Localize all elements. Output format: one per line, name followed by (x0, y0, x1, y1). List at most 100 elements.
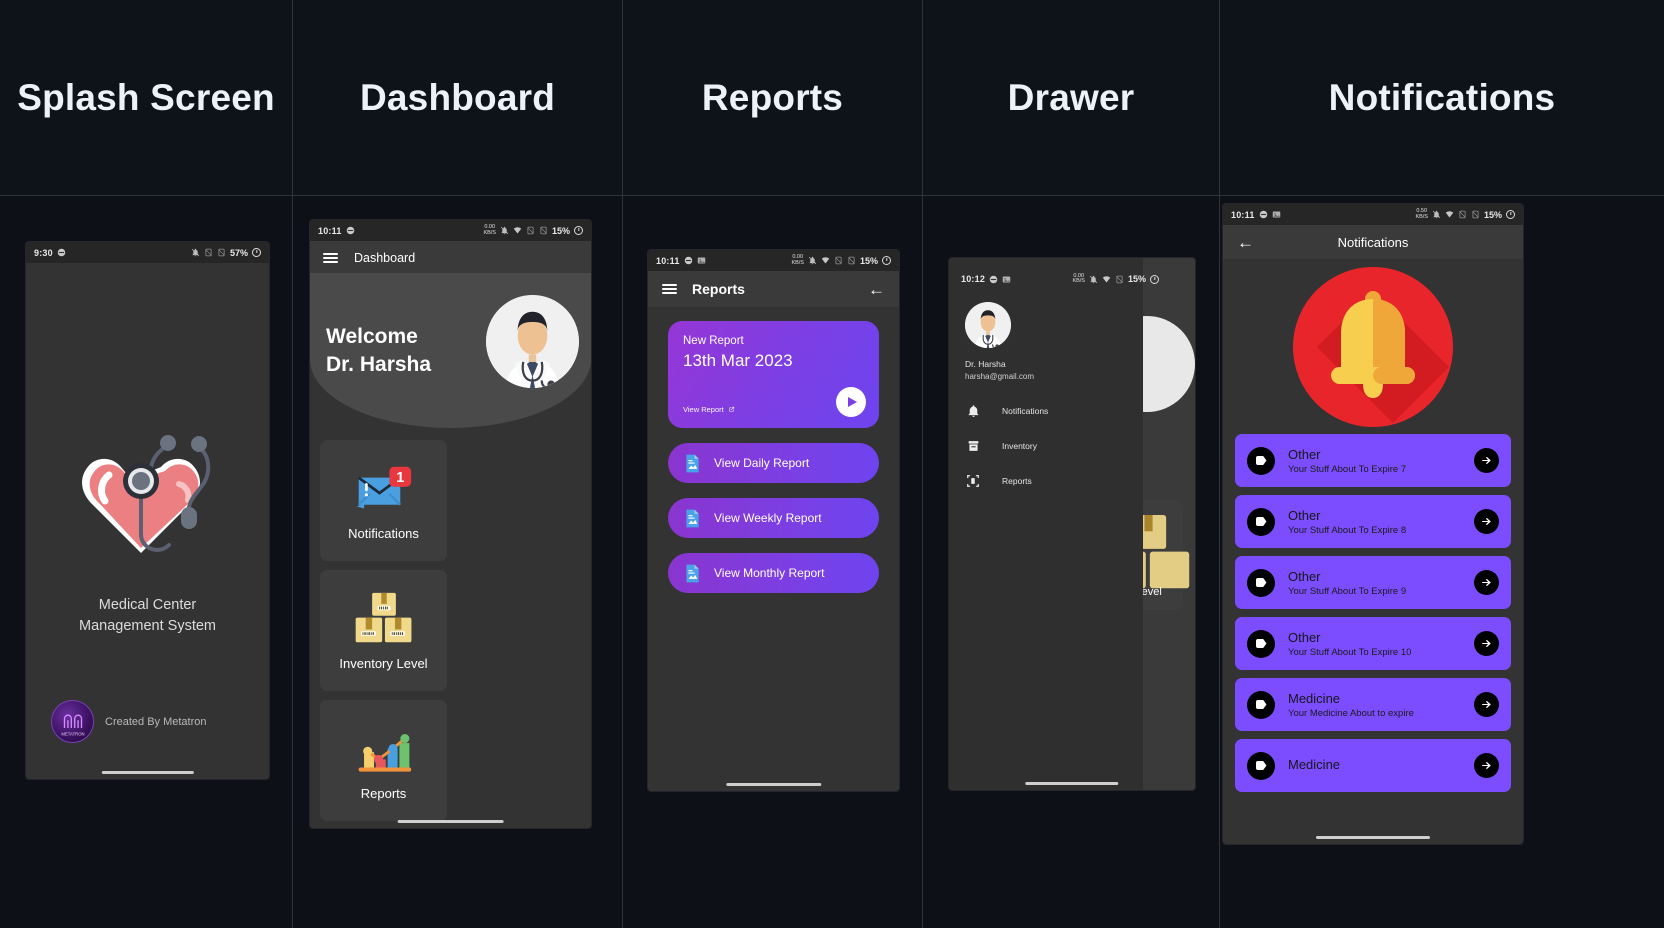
drawer-menu: Notifications Inventory Reports (965, 403, 1143, 489)
status-right-cluster: 0.50 KB/S 15% (1415, 208, 1515, 220)
notification-type-icon (1247, 751, 1275, 780)
report-item-label: View Monthly Report (714, 566, 825, 580)
wifi-icon (1102, 275, 1111, 282)
menu-hamburger-icon[interactable] (323, 252, 338, 264)
notification-type-icon (1247, 629, 1275, 658)
notification-title: Other (1288, 507, 1321, 523)
notification-open-button[interactable] (1474, 509, 1499, 534)
phone-mockup-drawer: y Level 10:12 0.00 KB/S (949, 258, 1195, 790)
gesture-home-bar[interactable] (101, 771, 194, 774)
app-title-line2: Management System (78, 618, 216, 634)
notification-list: Other Your Stuff About To Expire 7 Other (1223, 434, 1523, 792)
app-bar-title: Dashboard (354, 251, 416, 265)
drawer-item-label: Inventory (1002, 441, 1037, 451)
app-notification-icon (989, 275, 998, 283)
arrow-right-icon (1482, 578, 1491, 587)
notification-open-button[interactable] (1474, 753, 1499, 778)
drawer-item-label: Reports (1002, 476, 1032, 486)
reports-content: New Report 13th Mar 2023 View Report Vie… (648, 307, 899, 593)
notification-row[interactable]: Other Your Stuff About To Expire 8 (1235, 495, 1511, 548)
status-time: 9:30 (34, 247, 53, 258)
metatron-logo-icon: METATRON (61, 714, 84, 736)
screenshot-icon (1272, 211, 1280, 218)
notification-open-button[interactable] (1474, 570, 1499, 595)
notifications-off-icon (1432, 210, 1441, 219)
drawer-user-email: harsha@gmail.com (965, 372, 1035, 381)
menu-hamburger-icon[interactable] (662, 283, 677, 295)
back-arrow-icon[interactable]: ← (868, 281, 885, 298)
notification-row[interactable]: Other Your Stuff About To Expire 9 (1235, 556, 1511, 609)
tile-inventory-level[interactable]: Inventory Level (320, 570, 447, 691)
arrow-right-icon (1482, 456, 1491, 465)
play-report-button[interactable] (836, 387, 866, 417)
view-weekly-report-button[interactable]: View Weekly Report (668, 498, 879, 538)
app-title: Medical Center Management System (79, 595, 216, 637)
column-heading-notifications: Notifications (1220, 0, 1664, 196)
network-rate-unit: KB/S (483, 229, 496, 236)
network-rate-unit: KB/S (1415, 213, 1428, 220)
welcome-text: Welcome Dr. Harsha (326, 323, 431, 378)
reports-screen: 10:11 0.00 KB/S 15% Reports ← New Report… (648, 250, 899, 791)
notification-open-button[interactable] (1474, 631, 1499, 656)
new-report-date: 13th Mar 2023 (683, 351, 793, 370)
sim-card-off-icon (1459, 210, 1466, 219)
status-bar: 10:12 0.00 KB/S 15% (961, 270, 1159, 288)
sim-card-off-icon (1116, 275, 1123, 283)
battery-percent: 15% (1127, 274, 1146, 284)
wifi-icon (513, 227, 522, 234)
welcome-hero: Welcome Dr. Harsha (310, 273, 591, 428)
notification-subtitle: Your Medicine About to expire (1288, 707, 1414, 719)
view-daily-report-button[interactable]: View Daily Report (668, 443, 879, 483)
notification-type-icon (1247, 690, 1275, 719)
notification-row[interactable]: Other Your Stuff About To Expire 10 (1235, 617, 1511, 670)
notifications-screen: 10:11 0.50 KB/S 15% ← Notifications Othe… (1223, 204, 1523, 844)
status-right-cluster: 0.00 KB/S 15% (483, 224, 583, 236)
app-notification-icon (346, 226, 354, 235)
status-bar: 10:11 0.00 KB/S 15% (648, 250, 899, 271)
arrow-right-icon (1482, 700, 1491, 709)
app-bar: Reports ← (648, 271, 899, 307)
column-title: Notifications (1328, 76, 1556, 118)
drawer-item-reports[interactable]: Reports (965, 473, 1143, 489)
tile-notifications[interactable]: 1 Notifications (320, 440, 447, 561)
doctor-avatar-icon (486, 295, 579, 388)
view-monthly-report-button[interactable]: View Monthly Report (668, 553, 879, 593)
notification-row[interactable]: Medicine (1235, 739, 1511, 792)
notification-row[interactable]: Other Your Stuff About To Expire 7 (1235, 434, 1511, 487)
gesture-home-bar[interactable] (725, 783, 822, 786)
drawer-item-notifications[interactable]: Notifications (965, 403, 1143, 419)
sim-card-off-icon (205, 248, 212, 257)
metatron-logo-text: METATRON (61, 731, 84, 736)
network-rate: 0.00 KB/S (1072, 273, 1085, 285)
dimmed-dashboard-behind[interactable]: y Level (1143, 258, 1195, 790)
phone-mockup-reports: 10:11 0.00 KB/S 15% Reports ← New Report… (648, 250, 899, 791)
gesture-home-bar[interactable] (1316, 836, 1430, 839)
doctor-avatar-icon (965, 302, 1011, 348)
bell-icon (1293, 266, 1453, 427)
column-notifications: Notifications 10:11 0.50 KB/S 15% ← Noti… (1220, 0, 1664, 928)
peek-avatar (1143, 316, 1195, 412)
tile-badge-count: 1 (396, 470, 404, 486)
gesture-home-bar[interactable] (397, 820, 504, 823)
drawer-item-inventory[interactable]: Inventory (965, 438, 1143, 454)
status-time: 10:11 (1231, 209, 1255, 220)
sim-card-off-icon-2 (848, 256, 855, 265)
app-notification-icon (57, 248, 66, 257)
notifications-off-icon (500, 226, 509, 235)
tile-label: Inventory Level (339, 655, 428, 671)
column-body-notifications: 10:11 0.50 KB/S 15% ← Notifications Othe… (1220, 196, 1664, 928)
notification-subtitle: Your Stuff About To Expire 10 (1288, 646, 1412, 658)
metatron-logo: METATRON (51, 700, 94, 743)
notification-open-button[interactable] (1474, 448, 1499, 473)
network-rate: 0.00 KB/S (483, 224, 496, 236)
tile-reports[interactable]: Reports (320, 700, 447, 821)
bar-chart-icon (355, 721, 413, 777)
notification-row[interactable]: Medicine Your Medicine About to expire (1235, 678, 1511, 731)
status-bar: 10:11 0.00 KB/S 15% (310, 220, 591, 241)
battery-icon (574, 226, 583, 235)
status-right-cluster: 57% (191, 248, 261, 258)
gesture-home-bar[interactable] (1025, 782, 1119, 785)
back-arrow-icon[interactable]: ← (1237, 234, 1254, 251)
new-report-card[interactable]: New Report 13th Mar 2023 View Report (668, 321, 879, 428)
notification-open-button[interactable] (1474, 692, 1499, 717)
